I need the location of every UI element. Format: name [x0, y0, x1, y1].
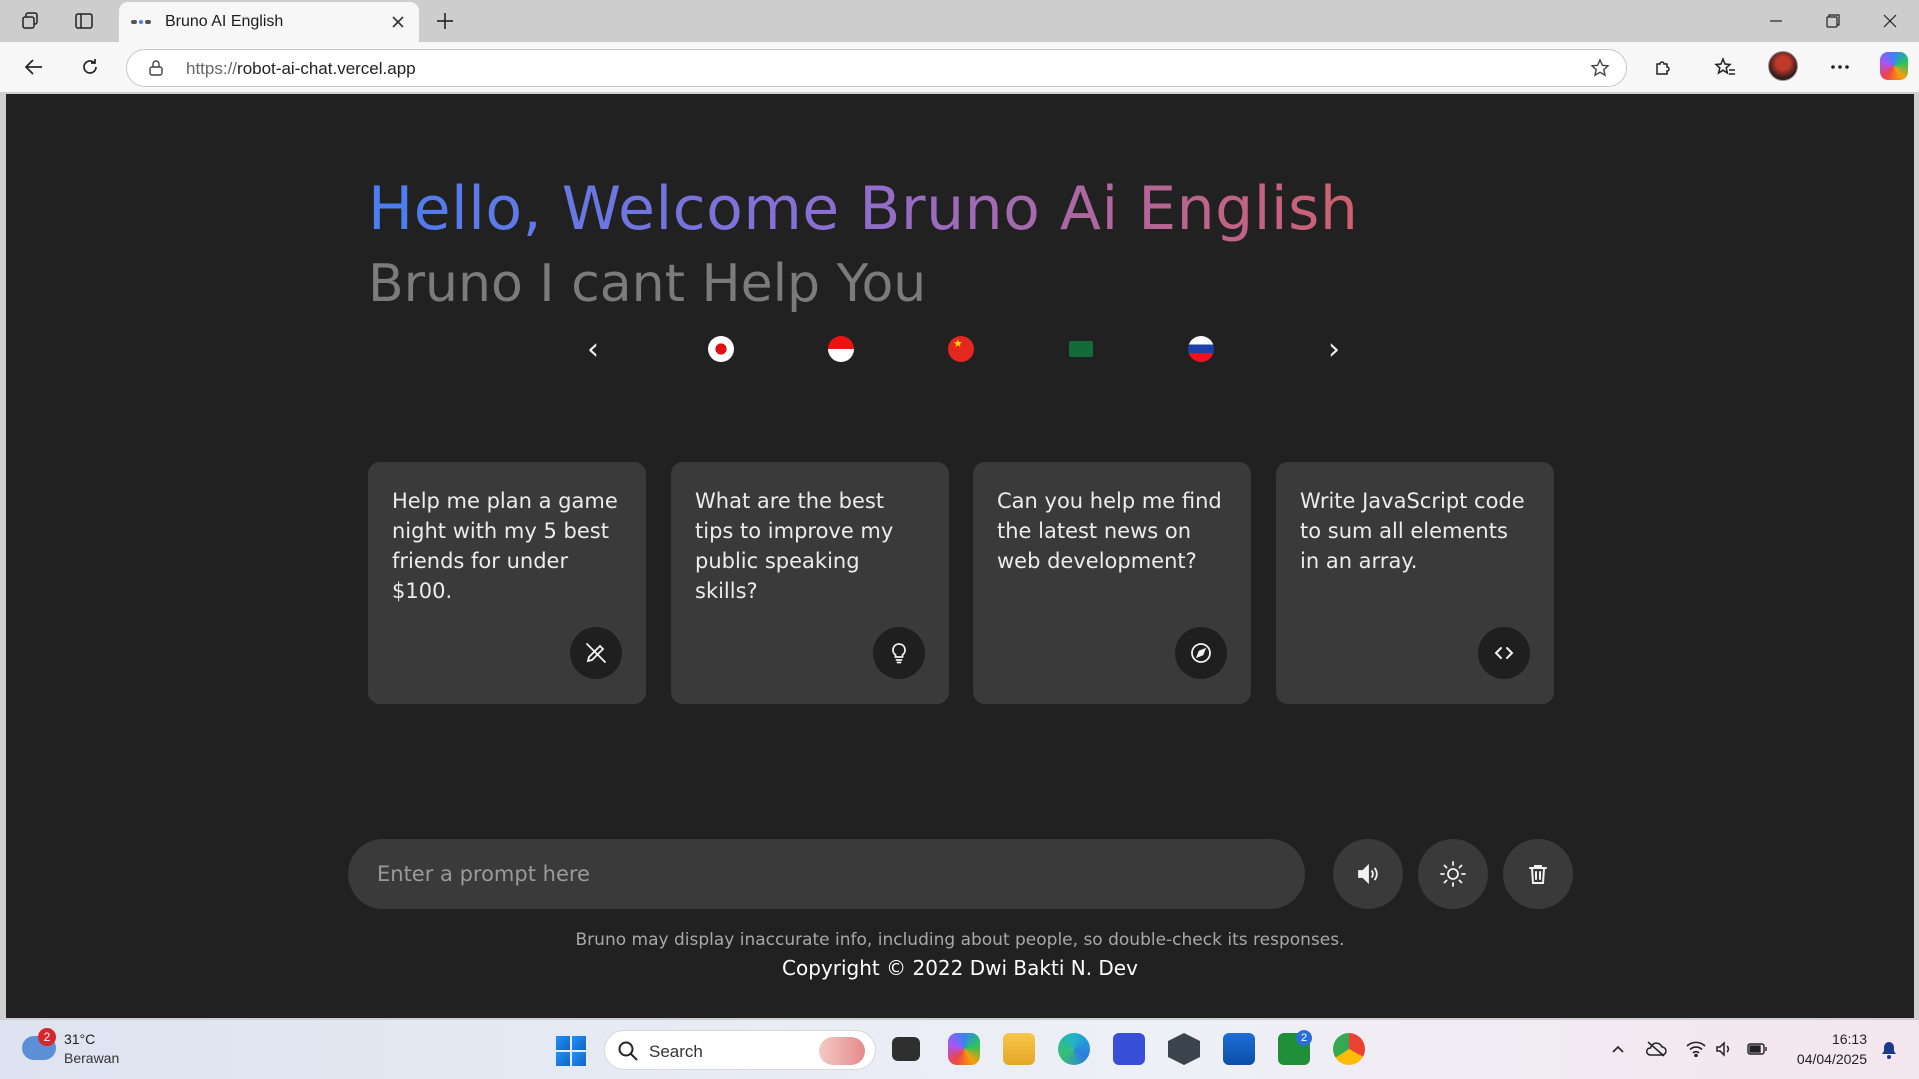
speaker-button[interactable] [1333, 839, 1403, 909]
trash-icon [1529, 865, 1547, 884]
tab-title: Bruno AI English [165, 13, 284, 30]
weather-temperature[interactable]: 31°C [64, 1031, 95, 1047]
speaker-icon [1358, 863, 1378, 885]
xbox-badge: 2 [1296, 1030, 1312, 1046]
suggestion-card[interactable]: Write JavaScript code to sum all element… [1276, 462, 1554, 704]
back-icon[interactable] [21, 54, 47, 80]
code-icon [1478, 627, 1530, 679]
compass-icon [1175, 627, 1227, 679]
close-window-icon[interactable] [1877, 8, 1903, 34]
weather-condition[interactable]: Berawan [64, 1050, 119, 1066]
favorite-star-icon[interactable] [1590, 58, 1610, 78]
minimize-icon[interactable] [1763, 8, 1789, 34]
wifi-icon[interactable] [1685, 1038, 1707, 1060]
profile-avatar[interactable] [1768, 51, 1798, 81]
edge-browser-icon[interactable] [1058, 1033, 1090, 1065]
microsoft-store-icon[interactable] [1223, 1033, 1255, 1065]
url-text: https://robot-ai-chat.vercel.app [186, 59, 416, 79]
tab-actions-icon[interactable] [72, 9, 96, 33]
sun-icon [1440, 861, 1466, 887]
volume-icon[interactable] [1714, 1038, 1736, 1060]
card-text: Help me plan a game night with my 5 best… [392, 489, 618, 603]
suggestion-card[interactable]: Can you help me find the latest news on … [973, 462, 1251, 704]
show-hidden-icons-chevron-icon[interactable] [1607, 1038, 1629, 1060]
suggestion-cards: Help me plan a game night with my 5 best… [368, 462, 1558, 704]
favorites-icon[interactable] [1712, 54, 1738, 80]
indonesia-flag-icon[interactable] [828, 336, 854, 362]
search-label: Search [649, 1042, 703, 1061]
flags-prev-button[interactable]: ‹ [578, 332, 608, 367]
saudi-arabia-flag-icon[interactable] [1069, 341, 1093, 357]
taskbar-search[interactable]: Search [604, 1030, 876, 1070]
notification-bell-icon[interactable] [1879, 1040, 1899, 1060]
new-tab-icon[interactable] [432, 8, 458, 34]
unity-app-icon[interactable] [1168, 1033, 1200, 1065]
japan-flag-icon[interactable] [708, 336, 734, 362]
browser-tab-bar: Bruno AI English [0, 0, 1919, 42]
clock-date[interactable]: 04/04/2025 [1797, 1051, 1867, 1067]
china-flag-icon[interactable] [948, 336, 974, 362]
extensions-icon[interactable] [1651, 54, 1677, 80]
card-text: Write JavaScript code to sum all element… [1300, 489, 1525, 573]
file-explorer-icon[interactable] [1003, 1033, 1035, 1065]
pen-icon [570, 627, 622, 679]
url-scheme: https:// [186, 59, 238, 78]
tab-close-icon[interactable] [389, 13, 407, 31]
disclaimer-text: Bruno may display inaccurate info, inclu… [575, 930, 1345, 950]
reload-icon[interactable] [77, 54, 103, 80]
search-icon [617, 1040, 639, 1062]
welcome-subtitle: Bruno I cant Help You [368, 254, 927, 314]
clock-time[interactable]: 16:13 [1832, 1031, 1867, 1047]
workspaces-icon[interactable] [18, 9, 42, 33]
copyright-text: Copyright © 2022 Dwi Bakti N. Dev [782, 956, 1138, 980]
prompt-input[interactable] [348, 839, 1305, 909]
restore-icon[interactable] [1820, 8, 1846, 34]
battery-icon[interactable] [1746, 1038, 1768, 1060]
task-view-icon[interactable] [892, 1037, 920, 1061]
browser-tab[interactable]: Bruno AI English [119, 2, 419, 42]
robot-favicon-icon [131, 16, 153, 28]
card-text: What are the best tips to improve my pub… [695, 489, 894, 603]
search-highlight-icon [819, 1037, 865, 1065]
suggestion-card[interactable]: What are the best tips to improve my pub… [671, 462, 949, 704]
flags-next-button[interactable]: › [1319, 332, 1349, 367]
theme-toggle-button[interactable] [1418, 839, 1488, 909]
url-bar[interactable]: https://robot-ai-chat.vercel.app [126, 49, 1627, 87]
card-text: Can you help me find the latest news on … [997, 489, 1222, 573]
chat-page: Hello, Welcome Bruno Ai English Bruno I … [6, 94, 1914, 1018]
url-host: robot-ai-chat.vercel.app [237, 59, 416, 78]
weather-badge: 2 [38, 1028, 56, 1046]
chrome-browser-icon[interactable] [1333, 1033, 1365, 1065]
suggestion-card[interactable]: Help me plan a game night with my 5 best… [368, 462, 646, 704]
copilot-icon[interactable] [1880, 52, 1908, 80]
onedrive-offline-icon[interactable] [1645, 1038, 1667, 1060]
windows-taskbar: 2 31°C Berawan Search 2 16:13 04/04/2025 [0, 1020, 1919, 1079]
lightbulb-icon [873, 627, 925, 679]
copilot-app-icon[interactable] [948, 1033, 980, 1065]
lock-icon[interactable] [147, 59, 165, 77]
start-windows-icon[interactable] [556, 1036, 586, 1066]
browser-address-bar: https://robot-ai-chat.vercel.app [0, 42, 1919, 92]
russia-flag-icon[interactable] [1188, 336, 1214, 362]
welcome-title: Hello, Welcome Bruno Ai English [368, 174, 1359, 244]
more-options-icon[interactable] [1827, 54, 1853, 80]
code-editor-app-icon[interactable] [1113, 1033, 1145, 1065]
delete-chat-button[interactable] [1503, 839, 1573, 909]
